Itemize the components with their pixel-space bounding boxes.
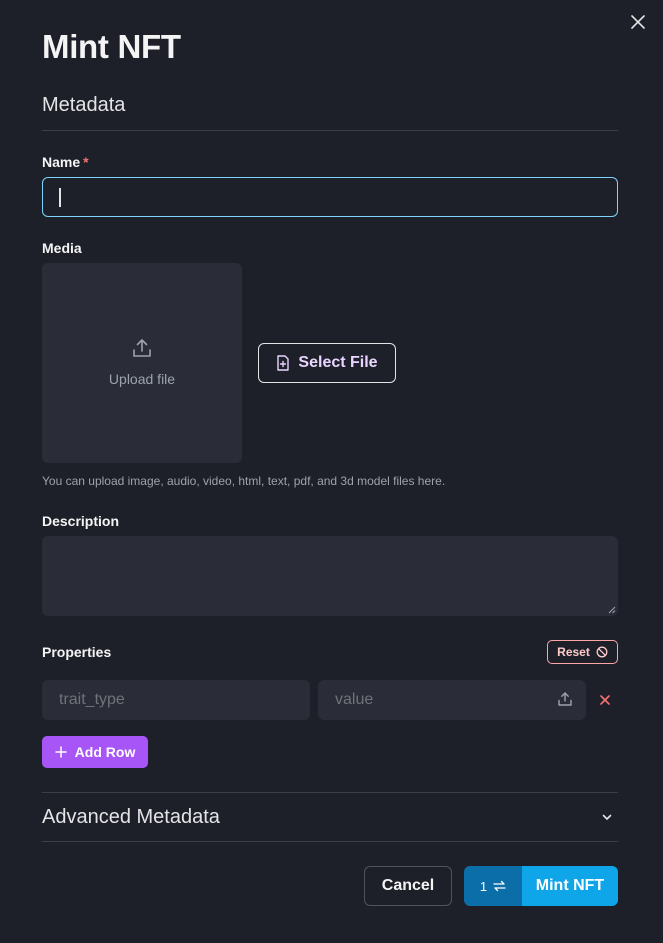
- add-row-button[interactable]: Add Row: [42, 736, 148, 768]
- description-textarea[interactable]: [42, 536, 618, 616]
- close-icon: [631, 15, 645, 29]
- name-label: Name *: [42, 154, 89, 170]
- upload-icon: [133, 339, 151, 357]
- add-row-label: Add Row: [74, 744, 136, 760]
- upload-dropzone[interactable]: Upload file: [42, 263, 242, 463]
- name-label-text: Name: [42, 154, 81, 170]
- description-label: Description: [42, 513, 120, 529]
- transaction-count: 1: [479, 878, 488, 894]
- required-mark: *: [83, 154, 89, 170]
- trait-type-placeholder: trait_type: [59, 691, 125, 708]
- ban-icon: [596, 646, 608, 658]
- name-input[interactable]: [42, 177, 618, 217]
- media-label: Media: [42, 240, 82, 256]
- mint-nft-label: Mint NFT: [522, 866, 618, 906]
- advanced-divider-bottom: [42, 841, 618, 842]
- swap-icon: [493, 880, 506, 892]
- file-plus-icon: [277, 355, 290, 371]
- advanced-metadata-toggle[interactable]: Advanced Metadata: [42, 793, 618, 841]
- advanced-metadata-title: Advanced Metadata: [42, 805, 220, 828]
- upload-icon[interactable]: [557, 691, 573, 707]
- page-title: Mint NFT: [42, 28, 181, 65]
- transaction-count-badge: 1: [464, 866, 522, 906]
- select-file-label: Select File: [298, 354, 378, 371]
- value-placeholder: value: [335, 691, 374, 708]
- cancel-button[interactable]: Cancel: [364, 866, 452, 906]
- properties-label: Properties: [42, 644, 112, 660]
- resize-grip-icon[interactable]: [608, 606, 616, 614]
- remove-row-button[interactable]: [598, 693, 612, 707]
- close-button[interactable]: [628, 12, 648, 32]
- select-file-button[interactable]: Select File: [258, 343, 396, 383]
- upload-text: Upload file: [108, 371, 176, 387]
- plus-icon: [54, 746, 67, 758]
- reset-label: Reset: [557, 645, 590, 659]
- metadata-section-title: Metadata: [42, 94, 126, 116]
- chevron-down-icon: [602, 814, 612, 820]
- reset-button[interactable]: Reset: [547, 640, 618, 664]
- mint-nft-button[interactable]: 1 Mint NFT: [464, 866, 618, 906]
- media-hint: You can upload image, audio, video, html…: [42, 474, 446, 488]
- close-icon: [600, 695, 610, 705]
- value-input[interactable]: value: [318, 680, 586, 720]
- text-caret: [59, 188, 61, 207]
- trait-type-input[interactable]: trait_type: [42, 680, 310, 720]
- metadata-divider: [42, 130, 618, 131]
